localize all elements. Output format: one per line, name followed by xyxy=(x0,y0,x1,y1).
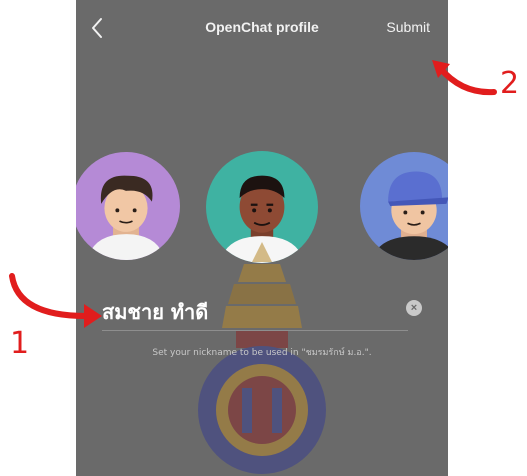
annotation-number-1: 1 xyxy=(10,326,30,361)
nickname-hint: Set your nickname to be used in "ชมรมรัก… xyxy=(152,348,372,358)
screenshot-stage: OpenChat profile Submit สมชาย ทำดี × Set… xyxy=(0,0,527,476)
nickname-underline xyxy=(102,330,408,331)
phone-screen: OpenChat profile Submit สมชาย ทำดี × Set… xyxy=(76,0,448,476)
avatar-option-right[interactable] xyxy=(360,152,448,260)
annotation-arrow-2 xyxy=(432,60,497,96)
submit-button[interactable]: Submit xyxy=(386,19,430,35)
avatar-illustration-right xyxy=(370,171,448,260)
avatar-option-left[interactable] xyxy=(76,152,180,260)
annotation-number-2: 2 xyxy=(500,66,520,101)
avatar-illustration-left xyxy=(87,175,165,260)
nickname-field[interactable]: สมชาย ทำดี × xyxy=(102,292,422,332)
clear-icon[interactable]: × xyxy=(406,300,422,316)
top-bar: OpenChat profile Submit xyxy=(76,0,448,56)
